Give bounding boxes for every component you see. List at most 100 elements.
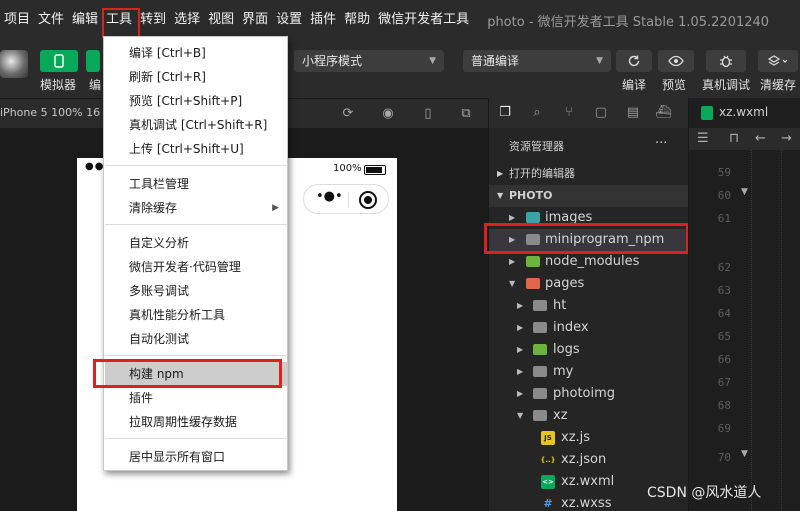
debug-icon[interactable]: ▢ [593,105,609,121]
extensions-icon[interactable]: ▤ [625,105,641,121]
project-section[interactable]: ▼ PHOTO [489,185,689,207]
popout-icon[interactable]: ⧉ [458,106,474,122]
menu-edit[interactable]: 编辑 [68,0,102,40]
menu-fetch-periodic-cache[interactable]: 拉取周期性缓存数据 [105,410,287,434]
menu-toolbar-manage[interactable]: 工具栏管理 [105,172,287,196]
line-number: 68 [717,399,731,412]
menu-separator [105,165,287,166]
open-editors-label: 打开的编辑器 [509,167,575,180]
compile-select[interactable]: 普通编译 ▼ [463,50,611,72]
preview-button[interactable] [658,50,694,72]
tree-folder-ht[interactable]: ▶ ht [489,295,689,317]
menu-remote-debug[interactable]: 真机调试 [Ctrl+Shift+R] [105,113,287,137]
tree-label: xz.js [561,430,591,445]
clear-cache-button[interactable] [758,50,798,72]
tree-label: ht [553,298,567,313]
device-select[interactable]: iPhone 5 100% 16 ▾ [0,106,109,119]
avatar[interactable] [0,50,28,78]
line-number: 64 [717,307,731,320]
menu-upload[interactable]: 上传 [Ctrl+Shift+U] [105,137,287,161]
editor-tab-xz-wxml[interactable]: xz.wxml [689,98,800,128]
menu-project[interactable]: 项目 [0,0,34,40]
menu-item-label: 预览 [Ctrl+Shift+P] [129,94,243,108]
menu-clear-cache[interactable]: 清除缓存 ▶ [105,196,287,220]
menu-file[interactable]: 文件 [34,0,68,40]
chevron-down-icon: ▼ [517,411,524,420]
chevron-right-icon: ▶ [517,323,524,332]
chevron-right-icon: ▶ [517,301,524,310]
battery-text: 100% [333,163,362,174]
menu-separator [105,355,287,356]
more-icon[interactable]: •●• [316,189,343,204]
menu-compile[interactable]: 编译 [Ctrl+B] [105,41,287,65]
fold-chevron-icon[interactable]: ▼ [741,449,748,459]
menu-settings[interactable]: 设置 [272,0,306,40]
menu-view[interactable]: 视图 [204,0,238,40]
rotate-icon[interactable]: ⟳ [340,106,356,122]
tree-folder-index[interactable]: ▶ index [489,317,689,339]
search-icon[interactable]: ⌕ [529,105,545,121]
more-icon[interactable]: ··· [655,136,667,151]
tree-folder-my[interactable]: ▶ my [489,361,689,383]
phone-icon[interactable]: ▯ [420,106,436,122]
record-icon[interactable]: ◉ [380,106,396,122]
json-file-icon: {..} [540,456,556,464]
tree-folder-node-modules[interactable]: ▶ node_modules [489,251,689,273]
editor-toggle-button[interactable] [86,50,100,72]
menu-preview[interactable]: 预览 [Ctrl+Shift+P] [105,89,287,113]
menu-wechat-devtools[interactable]: 微信开发者工具 [374,0,473,40]
line-number: 63 [717,284,731,297]
menu-select[interactable]: 选择 [170,0,204,40]
menu-plugins[interactable]: 插件 [105,386,287,410]
fold-chevron-icon[interactable]: ▼ [741,187,748,197]
folder-icon [533,322,547,333]
editor-panel: xz.wxml ☰ ⊓ ← → 59 60 ▼ 61 62 63 64 65 6… [688,98,800,511]
menu-refresh[interactable]: 刷新 [Ctrl+R] [105,65,287,89]
remote-debug-button[interactable] [706,50,746,72]
docker-icon[interactable]: ⛴ [655,105,672,121]
tree-folder-logs[interactable]: ▶ logs [489,339,689,361]
bookmark-icon[interactable]: ⊓ [729,131,739,147]
tree-file-xz-json[interactable]: {..} xz.json [489,449,689,471]
menu-multi-account-debug[interactable]: 多账号调试 [105,279,287,303]
menu-goto[interactable]: 转到 [136,0,170,40]
mode-select[interactable]: 小程序模式 ▼ [294,50,444,72]
menu-performance-tool[interactable]: 真机性能分析工具 [105,303,287,327]
open-editors-section[interactable]: ▶ 打开的编辑器 [489,163,689,185]
remote-debug-label: 真机调试 [702,78,751,92]
list-icon[interactable]: ☰ [697,131,709,147]
simulator-toggle-button[interactable] [40,50,78,72]
menu-item-label: 居中显示所有窗口 [129,450,226,464]
close-icon[interactable] [359,191,377,209]
tree-folder-xz[interactable]: ▼ xz [489,405,689,427]
bug-icon [720,55,732,68]
line-number: 59 [717,166,731,179]
files-icon[interactable]: ❐ [497,105,513,121]
device-label: iPhone 5 100% 16 [0,106,101,119]
menu-automated-test[interactable]: 自动化测试 [105,327,287,351]
compile-button[interactable] [616,50,652,72]
battery-icon [364,165,386,175]
menu-help[interactable]: 帮助 [340,0,374,40]
line-number: 60 [717,189,731,202]
source-control-icon[interactable]: ⑂ [561,105,577,121]
tree-folder-photoimg[interactable]: ▶ photoimg [489,383,689,405]
line-number: 69 [717,422,731,435]
menu-interface[interactable]: 界面 [238,0,272,40]
folder-icon [526,212,540,223]
menu-tools[interactable]: 工具 [102,0,141,40]
tree-file-xz-js[interactable]: JS xz.js [489,427,689,449]
arrow-right-icon[interactable]: → [781,131,792,147]
menu-code-management[interactable]: 微信开发者·代码管理 [105,255,287,279]
chevron-down-icon: ▼ [429,56,436,66]
menu-custom-analysis[interactable]: 自定义分析 [105,231,287,255]
tree-label: my [553,364,574,379]
tree-folder-pages[interactable]: ▼ pages [489,273,689,295]
menu-center-windows[interactable]: 居中显示所有窗口 [105,445,287,469]
capsule-divider [348,192,349,208]
menu-item-label: 拉取周期性缓存数据 [129,415,238,429]
tree-label: xz [553,408,568,423]
menu-plugins[interactable]: 插件 [306,0,340,40]
tree-label: pages [545,276,585,291]
arrow-left-icon[interactable]: ← [755,131,766,147]
